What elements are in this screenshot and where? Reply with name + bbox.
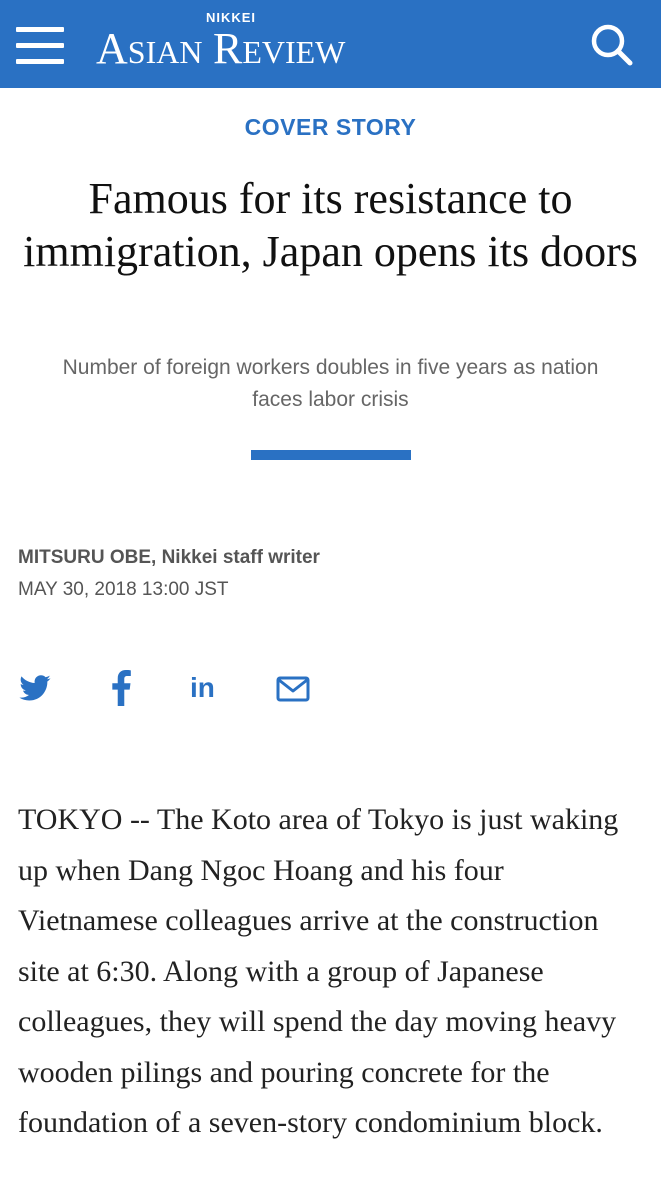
facebook-share-icon[interactable]	[110, 670, 132, 706]
article-body-paragraph: TOKYO -- The Koto area of Tokyo is just …	[18, 803, 619, 1139]
article-headline: Famous for its resistance to immigration…	[23, 174, 638, 276]
headline-divider	[251, 450, 411, 460]
publish-date: MAY 30, 2018 13:00 JST	[18, 579, 229, 600]
top-navigation-bar: NIKKEI ASIAN REVIEW	[0, 0, 661, 88]
section-kicker[interactable]: COVER STORY	[0, 114, 661, 141]
site-logo[interactable]: NIKKEI ASIAN REVIEW	[96, 10, 366, 78]
search-icon[interactable]	[588, 22, 636, 68]
author-role: Nikkei staff writer	[161, 547, 320, 568]
hamburger-menu-icon[interactable]	[16, 27, 64, 65]
byline: MITSURU OBE, Nikkei staff writer	[18, 547, 320, 568]
article-subheadline: Number of foreign workers doubles in fiv…	[62, 356, 599, 411]
logo-asian-review-text: ASIAN REVIEW	[96, 24, 346, 73]
author-name[interactable]: MITSURU OBE	[18, 547, 151, 568]
logo-nikkei-text: NIKKEI	[205, 10, 257, 25]
linkedin-share-icon[interactable]: in	[190, 670, 224, 706]
twitter-share-icon[interactable]	[18, 670, 52, 706]
mail-share-icon[interactable]	[276, 670, 310, 706]
